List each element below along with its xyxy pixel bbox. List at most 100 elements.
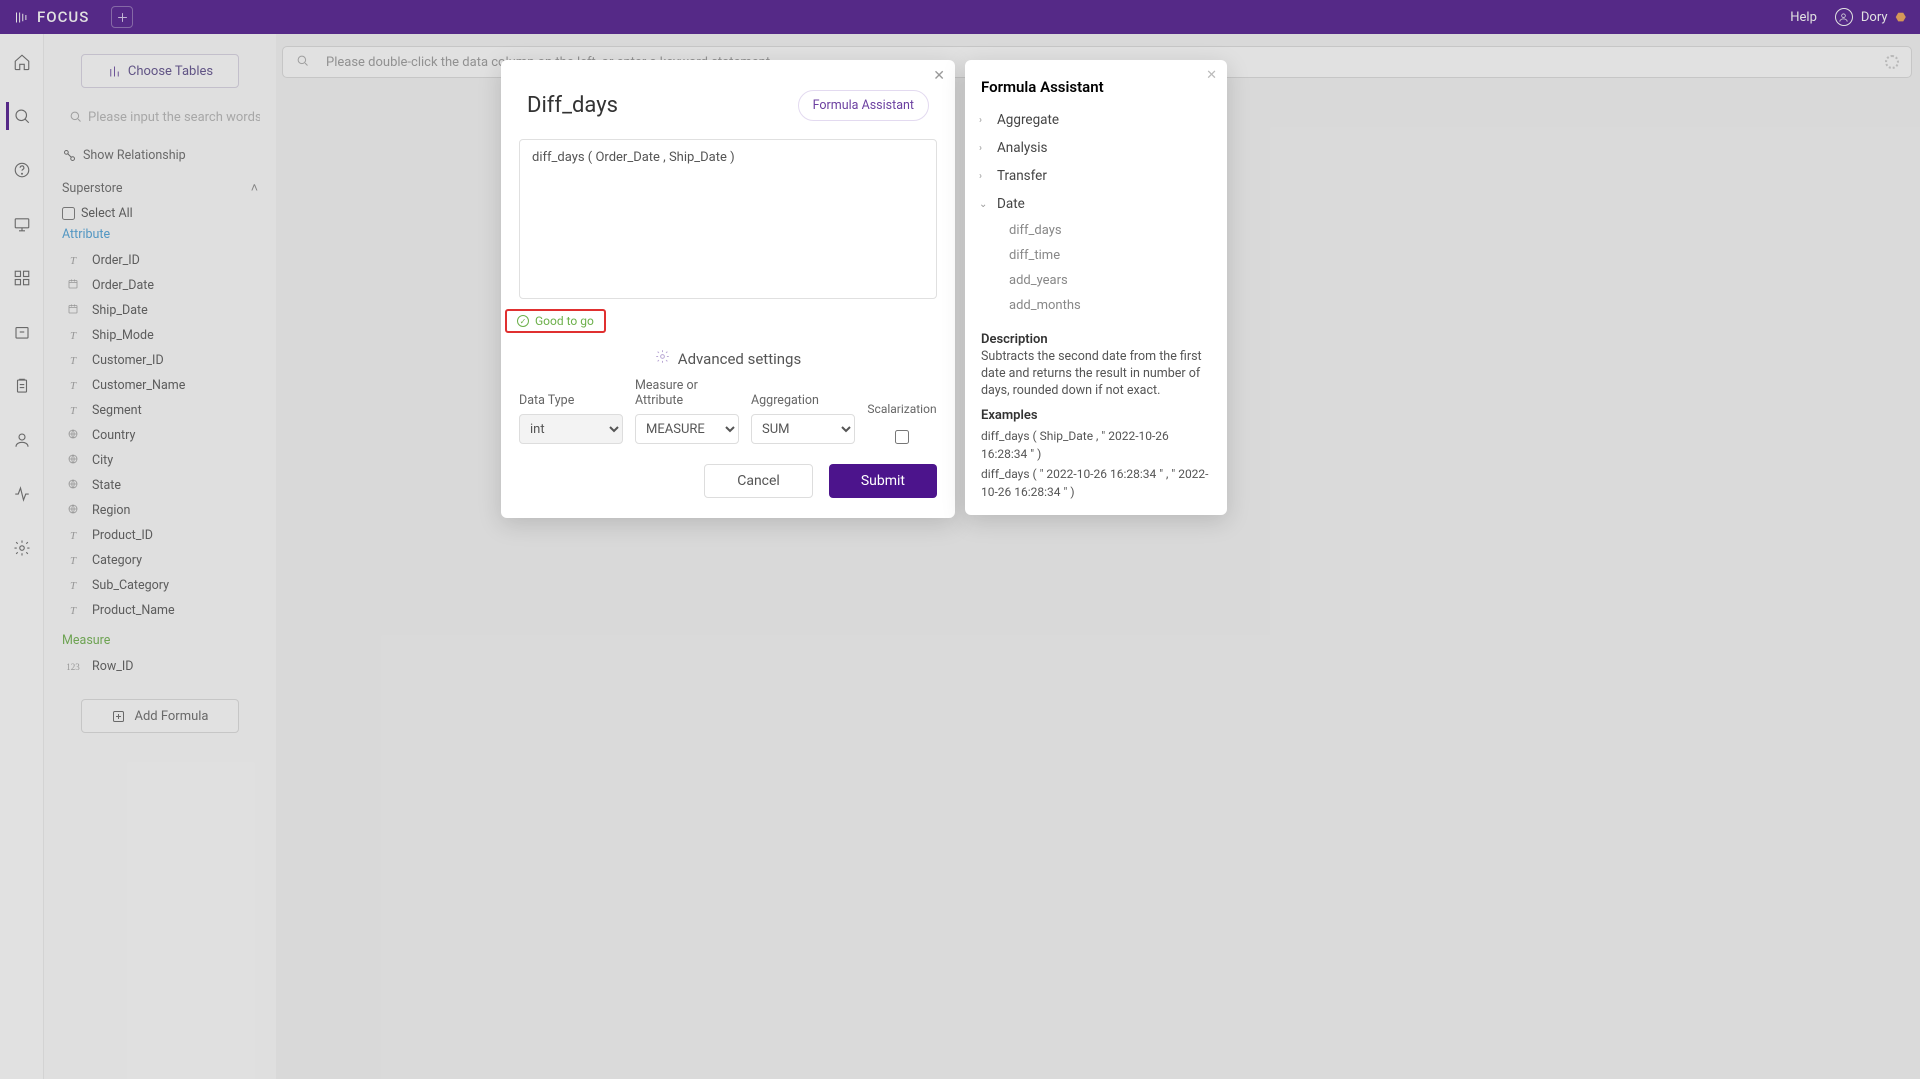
formula-editor[interactable]: diff_days ( Order_Date , Ship_Date ) [519, 139, 937, 299]
field-item[interactable]: Order_Date [58, 273, 262, 298]
plus-square-icon [111, 709, 126, 724]
user-menu[interactable]: Dory ⬣ [1835, 8, 1906, 26]
function-item[interactable]: add_years [1009, 268, 1213, 293]
rail-user-icon[interactable] [8, 426, 36, 454]
rail-help-icon[interactable] [8, 156, 36, 184]
category-item[interactable]: ⌄ Date [979, 190, 1213, 218]
category-label: Analysis [997, 140, 1048, 156]
chevron-right-icon: › [979, 171, 989, 182]
geo-type-icon [66, 428, 80, 443]
field-item[interactable]: T Product_Name [58, 598, 262, 623]
rail-clipboard-icon[interactable] [8, 372, 36, 400]
field-search-input[interactable] [60, 102, 260, 132]
datatype-select[interactable]: int [519, 414, 623, 444]
field-item[interactable]: TCustomer_ID [58, 348, 262, 373]
aggregation-select[interactable]: SUM [751, 414, 855, 444]
function-item[interactable]: diff_time [1009, 243, 1213, 268]
measure-attr-select[interactable]: MEASURE [635, 414, 739, 444]
description-heading: Description [981, 324, 1211, 349]
field-item[interactable]: TSub_Category [58, 573, 262, 598]
rail-dashboard-icon[interactable] [8, 210, 36, 238]
datasource-name: Superstore [62, 181, 123, 196]
field-item[interactable]: City [58, 448, 262, 473]
choose-tables-label: Choose Tables [128, 64, 213, 79]
new-tab-button[interactable] [111, 6, 133, 28]
rail-settings-icon[interactable] [8, 534, 36, 562]
left-rail [0, 34, 44, 1079]
dialog-close-button[interactable]: ✕ [933, 68, 945, 84]
scalarization-label: Scalarization [867, 402, 936, 416]
field-item[interactable]: 123Row_ID [58, 654, 262, 679]
datasource-header[interactable]: Superstore ˄ [54, 177, 266, 204]
add-formula-button[interactable]: Add Formula [81, 699, 239, 733]
field-name: Product_Name [92, 603, 175, 618]
choose-tables-button[interactable]: Choose Tables [81, 54, 239, 88]
field-item[interactable]: Country [58, 423, 262, 448]
chevron-up-icon: ˄ [251, 181, 258, 196]
relationship-icon [62, 148, 77, 163]
field-name: State [92, 478, 121, 493]
help-link[interactable]: Help [1790, 10, 1817, 25]
show-relationship-label: Show Relationship [83, 148, 186, 163]
tables-icon [107, 64, 122, 79]
submit-button[interactable]: Submit [829, 464, 937, 498]
function-item[interactable]: add_months [1009, 293, 1213, 318]
rail-activity-icon[interactable] [8, 480, 36, 508]
gear-icon [655, 349, 670, 368]
attribute-heading: Attribute [54, 227, 266, 246]
text-type-icon: T [66, 605, 80, 617]
field-item[interactable]: State [58, 473, 262, 498]
field-item[interactable]: T Segment [58, 398, 262, 423]
field-name: Sub_Category [92, 578, 169, 593]
category-item[interactable]: ›Analysis [979, 134, 1213, 162]
field-name: Segment [92, 403, 142, 418]
field-item[interactable]: Ship_Date [58, 298, 262, 323]
field-item[interactable]: TShip_Mode [58, 323, 262, 348]
text-type-icon: T [66, 255, 80, 267]
function-item[interactable]: diff_days [1009, 218, 1213, 243]
select-all-row[interactable]: Select All [54, 204, 266, 227]
add-formula-label: Add Formula [134, 709, 208, 724]
advanced-settings-header: Advanced settings [501, 333, 955, 378]
measure-heading: Measure [54, 625, 266, 652]
example-2: diff_days ( " 2022-10-26 16:28:34 " , " … [981, 463, 1211, 501]
field-name: City [92, 453, 113, 468]
field-name: Row_ID [92, 659, 133, 674]
assistant-close-button[interactable]: ✕ [1206, 68, 1217, 83]
category-list: ›Aggregate›Analysis›Transfer⌄Datediff_da… [965, 106, 1227, 318]
category-item[interactable]: ›Aggregate [979, 106, 1213, 134]
cancel-button[interactable]: Cancel [704, 464, 813, 498]
select-all-checkbox[interactable] [62, 207, 75, 220]
formula-dialog: ✕ Diff_days Formula Assistant diff_days … [501, 60, 955, 518]
function-list: diff_daysdiff_timeadd_yearsadd_months [979, 218, 1213, 318]
chevron-down-icon: ⌄ [979, 199, 989, 210]
field-search[interactable] [60, 102, 260, 132]
field-item[interactable]: TCustomer_Name [58, 373, 262, 398]
category-label: Date [997, 196, 1025, 212]
text-type-icon: T [66, 530, 80, 542]
scalarization-checkbox[interactable] [895, 430, 909, 444]
user-dropdown-icon: ⬣ [1896, 10, 1906, 24]
rail-home-icon[interactable] [8, 48, 36, 76]
logo-icon [14, 10, 29, 25]
formula-assistant-button[interactable]: Formula Assistant [798, 90, 929, 121]
rail-grid-icon[interactable] [8, 264, 36, 292]
formula-expression: diff_days ( Order_Date , Ship_Date ) [532, 150, 735, 165]
geo-type-icon [66, 503, 80, 518]
example-1: diff_days ( Ship_Date , " 2022-10-26 16:… [981, 425, 1211, 463]
text-type-icon: T [66, 405, 80, 417]
category-label: Transfer [997, 168, 1047, 184]
field-item[interactable]: TProduct_ID [58, 523, 262, 548]
advanced-settings-label: Advanced settings [678, 350, 801, 368]
chevron-right-icon: › [979, 115, 989, 126]
rail-search-icon[interactable] [6, 102, 34, 130]
category-item[interactable]: › Transfer [979, 162, 1213, 190]
field-item[interactable]: TOrder_ID [58, 248, 262, 273]
field-item[interactable]: TCategory [58, 548, 262, 573]
show-relationship[interactable]: Show Relationship [54, 142, 266, 177]
field-item[interactable]: Region [58, 498, 262, 523]
user-name: Dory [1861, 10, 1888, 25]
rail-archive-icon[interactable] [8, 318, 36, 346]
text-type-icon: T [66, 330, 80, 342]
text-type-icon: T [66, 380, 80, 392]
